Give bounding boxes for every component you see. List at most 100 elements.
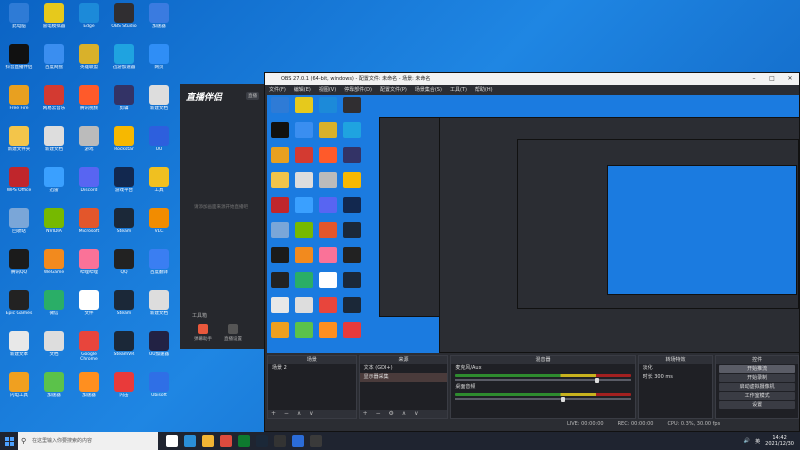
maximize-icon[interactable]: □ [763, 73, 781, 85]
clock-date: 2021/12/30 [765, 441, 794, 447]
desktop-icon[interactable]: 回收站 [2, 207, 36, 247]
desktop-icon[interactable]: WPS Office [2, 166, 36, 206]
desktop-icon[interactable]: 迅游加速器 [107, 43, 141, 83]
taskbar-app-icon[interactable] [166, 435, 178, 447]
minimize-icon[interactable]: – [745, 73, 763, 85]
start-streaming-button[interactable]: 开始推流 [719, 365, 795, 373]
desktop-icon[interactable]: 百度网盘 [37, 43, 71, 83]
input-language[interactable]: 英 [755, 438, 760, 445]
desktop-icon[interactable]: 此电脑 [2, 2, 36, 42]
desktop-icon[interactable]: 加速器 [37, 371, 71, 411]
desktop-icon[interactable]: 新建文档 [142, 289, 176, 329]
desktop-icon[interactable]: 新建文本 [2, 330, 36, 370]
desktop-icon[interactable]: Steam [107, 289, 141, 329]
taskbar-search[interactable]: 在这里输入你要搜索的内容 [18, 432, 158, 450]
desktop-icon[interactable]: 迅雷 [37, 166, 71, 206]
settings-button[interactable]: 设置 [719, 401, 795, 409]
desktop-icon[interactable]: 文件 [72, 289, 106, 329]
taskbar-app-icon[interactable] [310, 435, 322, 447]
menu-item[interactable]: 编辑(E) [294, 85, 311, 95]
desktop-icon[interactable]: Rockstar [107, 125, 141, 165]
desktop-icon[interactable]: 工具 [142, 166, 176, 206]
menu-item[interactable]: 工具(T) [450, 85, 467, 95]
close-icon[interactable]: ✕ [781, 73, 799, 85]
desktop-icon[interactable]: 英雄联盟 [72, 43, 106, 83]
taskbar-app-icon[interactable] [292, 435, 304, 447]
desktop-icon[interactable]: 游戏 [72, 125, 106, 165]
obs-preview[interactable] [267, 95, 799, 353]
desktop-icon[interactable]: 抖音直播伴侣 [2, 43, 36, 83]
desktop-icon[interactable]: WeGame [37, 248, 71, 288]
taskbar-app-icon[interactable] [220, 435, 232, 447]
desktop-icon[interactable]: VLC [142, 207, 176, 247]
taskbar-app-icon[interactable] [256, 435, 268, 447]
desktop-icon[interactable]: 加速器 [72, 371, 106, 411]
desktop-icon[interactable]: OBS Studio [107, 2, 141, 42]
transition-duration[interactable]: 时长 300 ms [639, 373, 713, 382]
desktop-icon[interactable]: 哔哩哔哩 [72, 248, 106, 288]
menu-item[interactable]: 文件(F) [269, 85, 286, 95]
slider-knob[interactable] [560, 396, 565, 402]
desktop-icon[interactable]: Steam [107, 207, 141, 247]
desktop-icon[interactable]: UU [142, 125, 176, 165]
desktop-icon[interactable]: 网页 [142, 43, 176, 83]
scene-item[interactable]: 场景 2 [268, 364, 356, 373]
desktop-icon[interactable]: Microsoft [72, 207, 106, 247]
menu-item[interactable]: 视图(V) [319, 85, 336, 95]
desktop-icon[interactable]: 网易云音乐 [37, 84, 71, 124]
desktop-icon[interactable]: 闪电工具 [2, 371, 36, 411]
start-button[interactable] [0, 432, 18, 450]
scenes-toolbar[interactable]: + − ∧ ∨ [268, 410, 356, 418]
desktop-icon[interactable]: Discord [72, 166, 106, 206]
desktop-icon[interactable]: 新建文档 [37, 125, 71, 165]
source-item-text[interactable]: 文本 (GDI+) [360, 364, 448, 373]
volume-icon[interactable]: 🔊 [744, 438, 750, 444]
desktop-icon[interactable]: 剪辑 [107, 84, 141, 124]
taskbar-app-icon[interactable] [184, 435, 196, 447]
start-recording-button[interactable]: 开始录制 [719, 374, 795, 382]
clock[interactable]: 14:42 2021/12/30 [765, 435, 794, 447]
tool-settings-button[interactable]: 直播设置 [220, 324, 246, 342]
mic-volume-slider[interactable] [455, 377, 631, 383]
desktop-icon[interactable]: 雷电模拟器 [37, 2, 71, 42]
desktop-volume-slider[interactable] [455, 396, 631, 402]
virtual-camera-button[interactable]: 启动虚拟摄像机 [719, 383, 795, 391]
desktop-icon[interactable]: 游戏平台 [107, 166, 141, 206]
companion-badge[interactable]: 直播 [246, 92, 259, 100]
desktop-icon[interactable]: Google Chrome [72, 330, 106, 370]
preview-app-icon [271, 172, 289, 188]
taskbar-app-icon[interactable] [202, 435, 214, 447]
desktop-icon[interactable]: 新建文档 [142, 84, 176, 124]
desktop-icon[interactable]: 闪击 [107, 371, 141, 411]
desktop-icon[interactable]: 文档 [37, 330, 71, 370]
tool-danmaku-button[interactable]: 弹幕助手 [190, 324, 216, 342]
menu-item[interactable]: 帮助(H) [475, 85, 493, 95]
menu-item[interactable]: 停靠部件(D) [344, 85, 372, 95]
taskbar-app-icon[interactable] [274, 435, 286, 447]
menu-item[interactable]: 场景集合(S) [415, 85, 442, 95]
desktop-icon[interactable]: NVIDIA [37, 207, 71, 247]
desktop-icon[interactable]: 百度翻译 [142, 248, 176, 288]
desktop-icon[interactable]: 腾讯QQ [2, 248, 36, 288]
obs-title-bar[interactable]: OBS 27.0.1 (64-bit, windows) - 配置文件: 未命名… [265, 73, 799, 85]
slider-knob[interactable] [594, 377, 599, 383]
menu-item[interactable]: 配置文件(P) [380, 85, 407, 95]
desktop-icon[interactable]: 加速器 [142, 2, 176, 42]
studio-mode-button[interactable]: 工作室模式 [719, 392, 795, 400]
desktop-icon[interactable]: QQ [107, 248, 141, 288]
app-icon [9, 85, 29, 105]
desktop-icon[interactable]: Ubisoft [142, 371, 176, 411]
desktop-icon[interactable]: 新建文件夹 [2, 125, 36, 165]
desktop-icon[interactable]: SteamVR [107, 330, 141, 370]
desktop-icon[interactable]: Edge [72, 2, 106, 42]
source-item-display[interactable]: 显示器采集 [359, 373, 448, 382]
desktop-icon[interactable]: UU加速器 [142, 330, 176, 370]
desktop-icon[interactable]: 微信 [37, 289, 71, 329]
sources-toolbar[interactable]: + − ⚙ ∧ ∨ [359, 410, 448, 418]
desktop-icon[interactable]: Free Fire [2, 84, 36, 124]
taskbar-app-icon[interactable] [238, 435, 250, 447]
desktop-icon[interactable]: 腾讯视频 [72, 84, 106, 124]
app-icon [114, 249, 134, 269]
desktop-icon[interactable]: Epic Games [2, 289, 36, 329]
transition-type-select[interactable]: 淡化 [639, 364, 713, 373]
